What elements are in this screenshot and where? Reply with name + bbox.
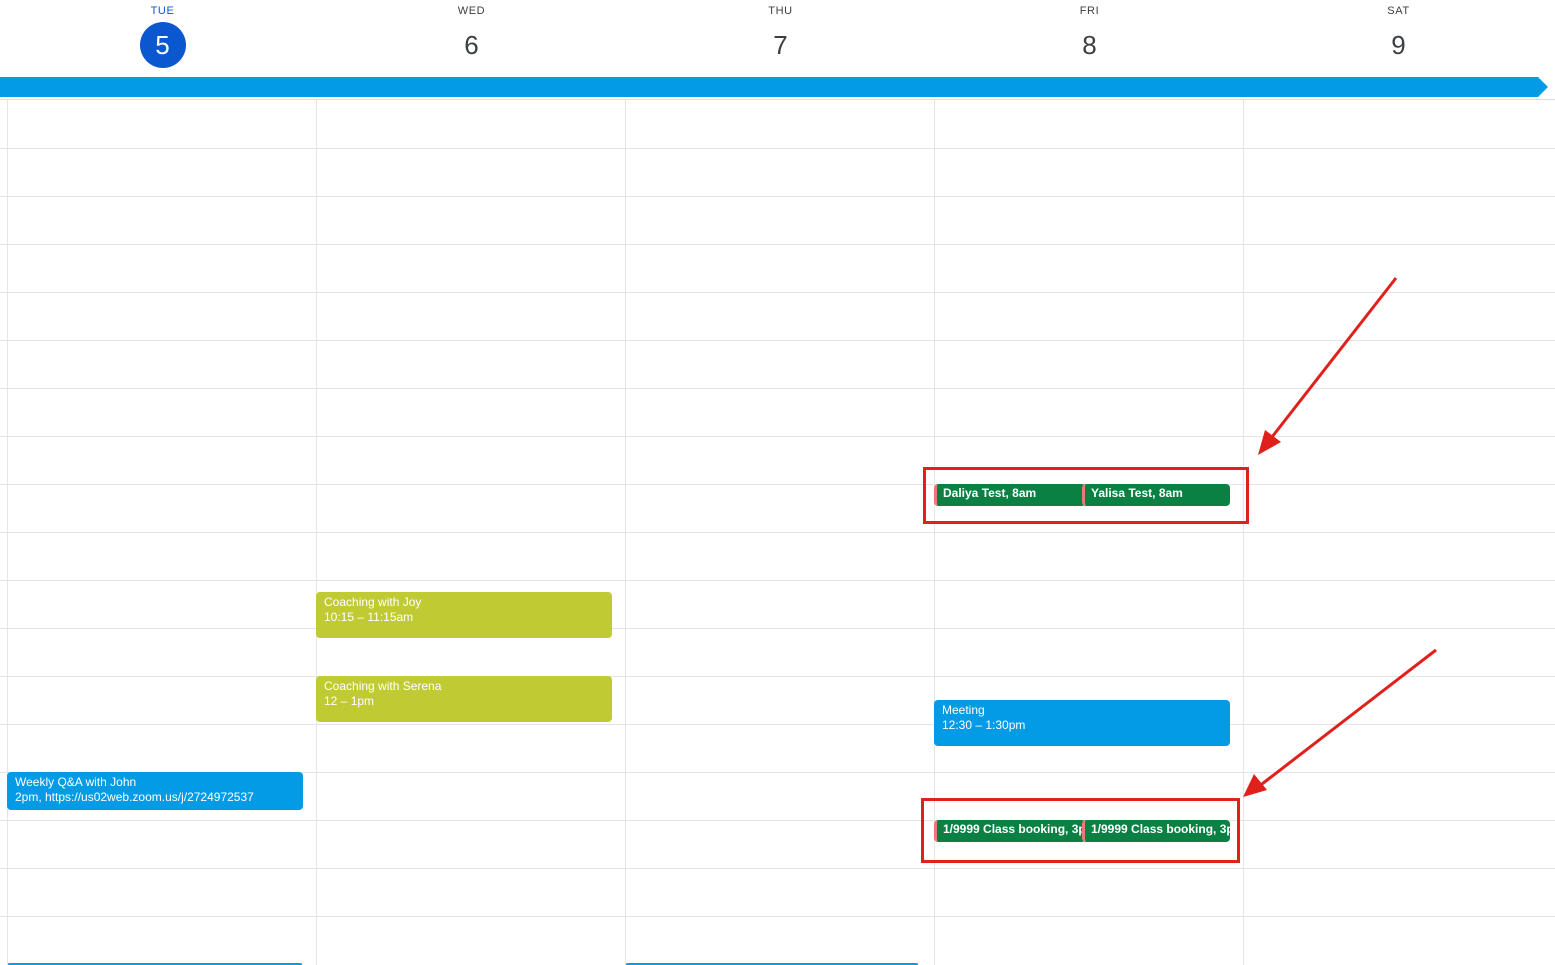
event-title: Coaching with Serena (324, 679, 442, 693)
hour-gridline (0, 244, 1555, 245)
hour-gridline (0, 580, 1555, 581)
all-day-event-bar[interactable] (0, 77, 1548, 97)
hour-gridline (0, 628, 1555, 629)
day-of-week-label: TUE (150, 5, 175, 17)
day-column-divider (7, 100, 8, 965)
day-column-divider (625, 100, 626, 965)
hour-gridline (0, 820, 1555, 821)
event-meeting[interactable]: Meeting 12:30 – 1:30pm (934, 700, 1230, 746)
event-coaching-with-serena[interactable]: Coaching with Serena 12 – 1pm (316, 676, 612, 722)
date-number[interactable]: 9 (1376, 22, 1422, 68)
today-date-number[interactable]: 5 (139, 22, 186, 68)
event-weekly-qa-with-john[interactable]: Weekly Q&A with John 2pm, https://us02we… (7, 772, 303, 810)
event-time: 12 – 1pm (324, 694, 375, 708)
date-number[interactable]: 8 (1067, 22, 1113, 68)
day-of-week-label: FRI (1079, 5, 1100, 17)
time-grid[interactable] (0, 100, 1555, 965)
day-of-week-label: SAT (1387, 5, 1410, 17)
hour-gridline (0, 868, 1555, 869)
day-of-week-label: THU (768, 5, 793, 17)
hour-gridline (0, 676, 1555, 677)
annotation-highlight-box (923, 467, 1249, 524)
event-time-and-link: 2pm, https://us02web.zoom.us/j/272497253… (15, 790, 254, 804)
day-header-sat[interactable]: SAT 9 (1244, 0, 1553, 76)
hour-gridline (0, 724, 1555, 725)
event-coaching-with-joy[interactable]: Coaching with Joy 10:15 – 11:15am (316, 592, 612, 638)
hour-gridline (0, 148, 1555, 149)
day-of-week-label: WED (457, 5, 486, 17)
hour-gridline (0, 916, 1555, 917)
calendar-week-view: TUE 5 WED 6 THU 7 FRI 8 SAT 9 Daliya Tes… (0, 0, 1555, 965)
hour-gridline (0, 196, 1555, 197)
hour-gridline (0, 436, 1555, 437)
day-header-thu[interactable]: THU 7 (626, 0, 935, 76)
event-title: Coaching with Joy (324, 595, 422, 609)
hour-gridline (0, 532, 1555, 533)
date-number[interactable]: 6 (449, 22, 495, 68)
hour-gridline (0, 340, 1555, 341)
date-number[interactable]: 7 (758, 22, 804, 68)
day-header-wed[interactable]: WED 6 (317, 0, 626, 76)
day-header-tue[interactable]: TUE 5 (8, 0, 317, 76)
event-title: Meeting (942, 703, 985, 717)
hour-gridline (0, 292, 1555, 293)
hour-gridline (0, 484, 1555, 485)
annotation-highlight-box (921, 798, 1240, 863)
day-column-divider (1243, 100, 1244, 965)
day-column-divider (316, 100, 317, 965)
event-time: 10:15 – 11:15am (324, 610, 414, 624)
day-header-fri[interactable]: FRI 8 (935, 0, 1244, 76)
event-time: 12:30 – 1:30pm (942, 718, 1026, 732)
event-title: Weekly Q&A with John (15, 775, 137, 789)
hour-gridline (0, 388, 1555, 389)
